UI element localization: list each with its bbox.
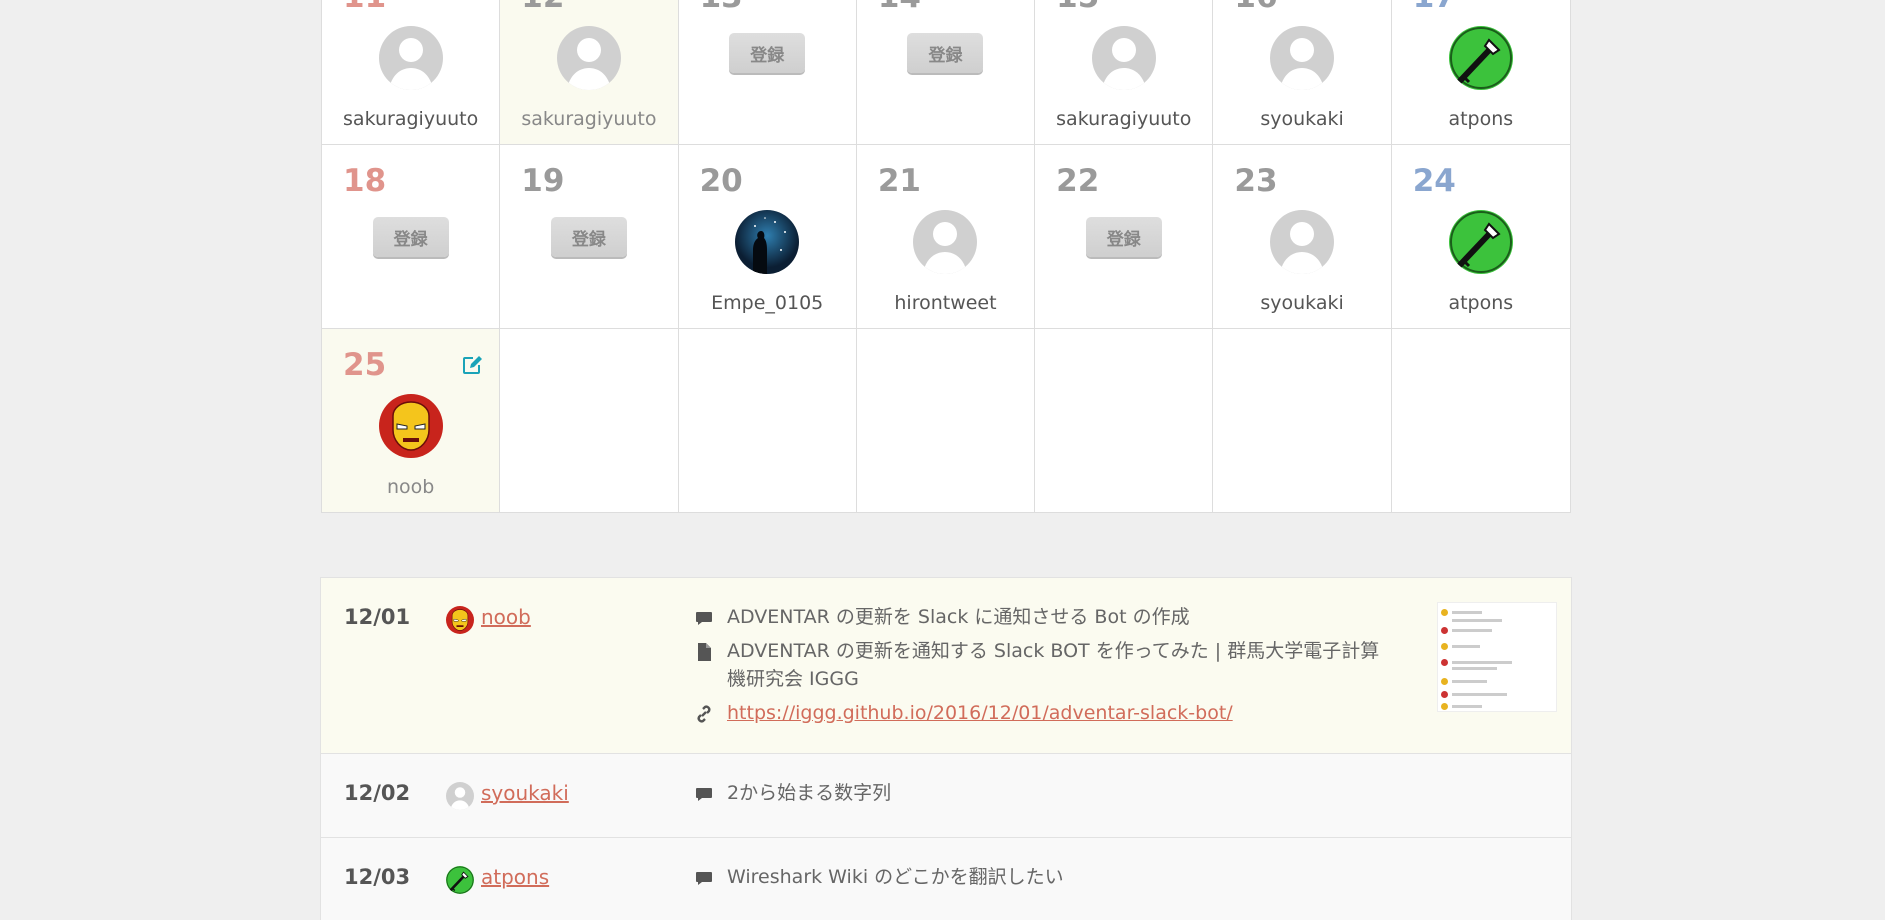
day-number: 21 [877,163,921,199]
day-number: 16 [1234,0,1277,15]
entry-thumbnail[interactable] [1437,602,1557,712]
speech-bubble-icon [696,612,712,625]
user-name[interactable]: atpons [1392,292,1570,314]
entry-list: 12/01 noob ADVENTAR の更新を Slack に通知させる Bo… [320,577,1572,920]
user-avatar-green[interactable] [1448,26,1513,90]
register-button[interactable]: 登録 [372,217,449,257]
calendar-week: 25 noob [322,328,1570,512]
user-avatar-ironman[interactable] [446,606,474,634]
calendar-day: 21 hirontweet [857,145,1036,328]
entry-row: 12/02 syoukaki 2から始まる数字列 [321,754,1571,838]
day-number: 17 [1413,0,1456,15]
calendar-day: 19 登録 [500,145,679,328]
calendar-day: 24 atpons [1392,145,1570,328]
day-number: 19 [521,163,565,199]
document-icon [698,643,711,661]
user-avatar-default[interactable] [913,210,978,274]
calendar-day: 25 noob [322,329,501,512]
user-name[interactable]: syoukaki [1213,108,1390,130]
day-number: 15 [1056,0,1099,15]
user-avatar-green[interactable] [446,866,474,894]
user-name[interactable]: sakuragiyuuto [500,108,677,130]
day-number: 13 [700,0,743,15]
entry-comment: ADVENTAR の更新を Slack に通知させる Bot の作成 [694,603,1394,631]
user-avatar-default[interactable] [556,26,621,90]
day-number: 22 [1056,163,1100,199]
user-name[interactable]: Empe_0105 [679,292,856,314]
user-avatar-green[interactable] [1448,210,1513,274]
entry-url-link[interactable]: https://iggg.github.io/2016/12/01/advent… [727,702,1233,724]
user-avatar-default[interactable] [1091,26,1156,90]
day-number: 23 [1234,163,1278,199]
link-icon [697,705,711,723]
calendar-day [1035,329,1214,512]
calendar-day: 18 登録 [322,145,501,328]
register-button[interactable]: 登録 [550,217,627,257]
register-button[interactable]: 登録 [1085,217,1162,257]
entry-info: Wireshark Wiki のどこかを翻訳したい [694,863,1394,897]
calendar-day: 22 登録 [1035,145,1214,328]
user-avatar-default[interactable] [446,782,474,810]
calendar-day: 12 sakuragiyuuto [500,0,679,144]
edit-icon[interactable] [461,354,483,376]
calendar-day [679,329,857,512]
calendar-week: 11 sakuragiyuuto 12 sakuragiyuuto 13 登録 14 登録 15… [322,0,1570,144]
calendar-day: 23 syoukaki [1213,145,1392,328]
user-link[interactable]: noob [481,605,531,629]
day-number: 20 [699,163,743,199]
calendar-day [857,329,1036,512]
day-number: 11 [343,0,386,15]
register-button[interactable]: 登録 [907,33,984,73]
user-avatar-night[interactable] [735,210,800,274]
user-name[interactable]: atpons [1392,108,1570,130]
speech-bubble-icon [696,788,712,801]
calendar-day: 14 登録 [857,0,1036,144]
entry-comment: Wireshark Wiki のどこかを翻訳したい [694,863,1394,891]
calendar-day: 11 sakuragiyuuto [322,0,501,144]
calendar-day: 16 syoukaki [1213,0,1392,144]
register-button[interactable]: 登録 [729,33,806,73]
entry-comment: 2から始まる数字列 [694,779,1394,807]
user-name[interactable]: sakuragiyuuto [1035,108,1212,130]
day-number: 18 [343,163,387,199]
entry-info: 2から始まる数字列 [694,779,1394,813]
user-avatar-default[interactable] [1270,26,1335,90]
user-link[interactable]: syoukaki [481,781,569,805]
user-name[interactable]: syoukaki [1213,292,1390,314]
calendar-day [1392,329,1570,512]
entry-url: https://iggg.github.io/2016/12/01/advent… [694,699,1394,727]
calendar-day: 13 登録 [679,0,857,144]
user-link[interactable]: atpons [481,865,549,889]
entry-info: ADVENTAR の更新を Slack に通知させる Bot の作成 ADVEN… [694,603,1394,733]
day-number: 12 [521,0,564,15]
entry-row: 12/01 noob ADVENTAR の更新を Slack に通知させる Bo… [321,578,1571,754]
calendar-day: 17 atpons [1392,0,1570,144]
user-avatar-default[interactable] [1270,210,1335,274]
calendar-day [1213,329,1392,512]
user-name[interactable]: hirontweet [857,292,1034,314]
calendar-day [500,329,679,512]
entry-row: 12/03 atpons Wireshark Wiki のどこかを翻訳したい [321,838,1571,920]
speech-bubble-icon [696,872,712,885]
calendar-day: 15 sakuragiyuuto [1035,0,1214,144]
entry-date: 12/02 [344,781,411,805]
advent-calendar-grid: 11 sakuragiyuuto 12 sakuragiyuuto 13 登録 14 登録 15… [321,0,1571,513]
entry-date: 12/03 [344,865,411,889]
entry-date: 12/01 [344,605,411,629]
day-number: 14 [878,0,921,15]
user-avatar-ironman[interactable] [378,394,443,458]
user-name[interactable]: noob [322,476,499,498]
calendar-week: 18 登録 19 登録 20 Empe_0105 21 hirontweet 22 登録 23 syo… [322,144,1570,328]
day-number: 24 [1412,163,1456,199]
user-avatar-default[interactable] [378,26,443,90]
entry-title: ADVENTAR の更新を通知する Slack BOT を作ってみた | 群馬大… [694,637,1394,693]
user-name[interactable]: sakuragiyuuto [322,108,499,130]
day-number: 25 [343,347,387,383]
calendar-day: 20 Empe_0105 [679,145,857,328]
